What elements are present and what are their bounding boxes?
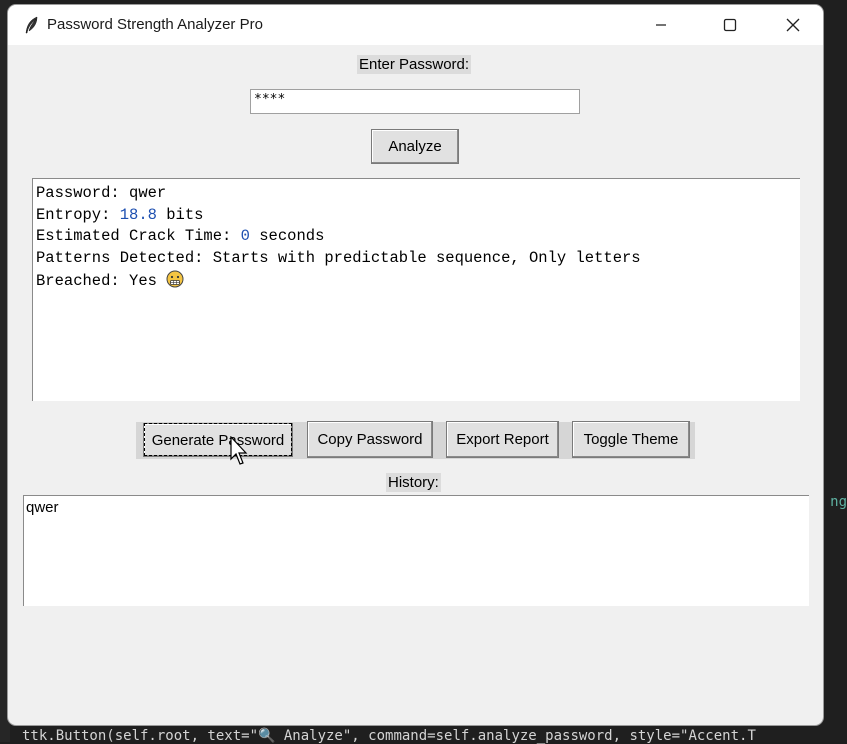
list-item[interactable]: qwer [26, 499, 807, 517]
editor-right-text: ng [830, 494, 847, 510]
export-report-button[interactable]: Export Report [446, 421, 559, 458]
enter-password-label: Enter Password: [357, 55, 472, 74]
window-title: Password Strength Analyzer Pro [47, 16, 263, 33]
result-line-breached: Breached: Yes [36, 270, 797, 293]
close-icon [786, 18, 800, 32]
password-input[interactable]: **** [250, 89, 580, 114]
analyze-button[interactable]: Analyze [371, 129, 459, 164]
minimize-icon [656, 24, 666, 26]
results-text[interactable]: Password: qwer Entropy: 18.8 bits Estima… [32, 178, 800, 401]
app-window: Password Strength Analyzer Pro Enter Pas… [8, 5, 823, 725]
toggle-theme-button[interactable]: Toggle Theme [572, 421, 690, 458]
result-line-entropy: Entropy: 18.8 bits [36, 205, 204, 224]
title-bar: Password Strength Analyzer Pro [8, 5, 823, 45]
result-line-crack-time: Estimated Crack Time: 0 seconds [36, 227, 325, 246]
result-line-patterns: Patterns Detected: Starts with predictab… [36, 249, 641, 268]
history-label: History: [386, 473, 441, 492]
close-button[interactable] [770, 5, 816, 45]
generate-password-button[interactable]: Generate Password [143, 423, 293, 457]
feather-icon [25, 16, 38, 34]
mouse-cursor-icon [230, 436, 248, 465]
result-line-password: Password: qwer [36, 184, 167, 202]
maximize-icon [723, 18, 737, 32]
copy-password-button[interactable]: Copy Password [307, 421, 433, 458]
minimize-button[interactable] [638, 5, 684, 45]
grimace-face-icon [166, 270, 184, 288]
maximize-button[interactable] [707, 5, 753, 45]
history-list[interactable]: qwer [23, 495, 809, 606]
